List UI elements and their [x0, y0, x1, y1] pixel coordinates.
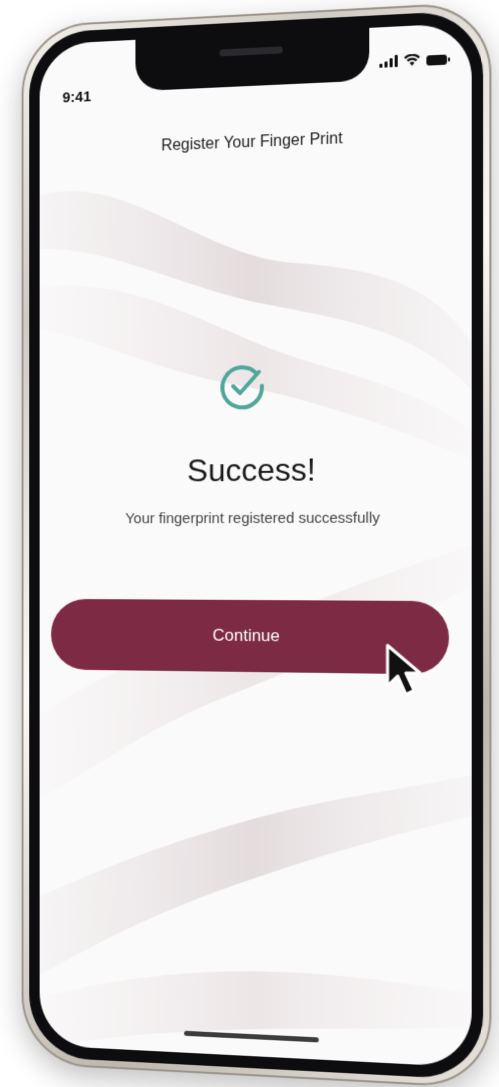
- phone-mockup: 9:41 Register Your Finger Print Success!…: [8, 0, 499, 1087]
- stage: 9:41 Register Your Finger Print Success!…: [0, 0, 499, 1087]
- mouse-pointer-icon: [383, 641, 434, 699]
- wifi-icon: [404, 53, 421, 66]
- phone-screen: 9:41 Register Your Finger Print Success!…: [39, 22, 472, 1068]
- speaker-grille: [219, 46, 283, 57]
- camera-notch: [135, 27, 370, 92]
- signal-bars-icon: [379, 54, 398, 68]
- success-message: Your fingerprint registered successfully: [125, 509, 380, 528]
- background-waves: [39, 175, 472, 1068]
- check-circle-icon: [217, 362, 266, 413]
- success-heading: Success!: [187, 451, 316, 489]
- battery-icon: [426, 54, 447, 66]
- status-time: 9:41: [62, 88, 92, 107]
